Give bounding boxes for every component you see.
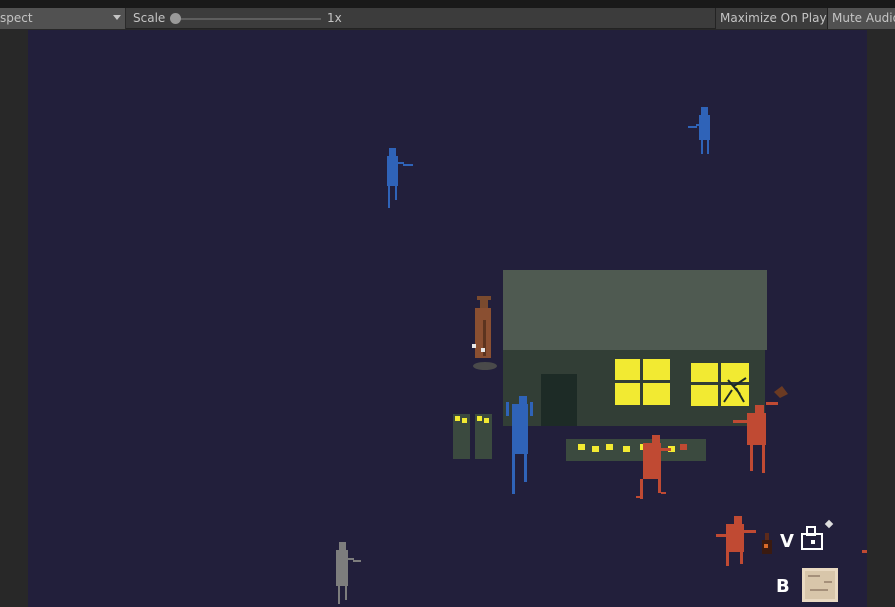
house-window-left [615, 359, 670, 405]
trash-can-right [475, 414, 492, 459]
mute-audio-button[interactable]: Mute Audio [827, 8, 895, 29]
paper-item-slot [802, 568, 838, 602]
aspect-dropdown[interactable]: spect [0, 8, 126, 29]
game-viewport[interactable]: V B [28, 30, 867, 607]
red-figure-bottom-right [716, 516, 756, 566]
scale-slider-thumb[interactable] [170, 13, 181, 24]
window-top-strip [0, 0, 895, 8]
chevron-down-icon [113, 15, 121, 20]
scale-slider-track[interactable] [175, 18, 321, 20]
house-door [541, 374, 577, 426]
aspect-dropdown-label: spect [0, 11, 33, 25]
game-scene [336, 107, 867, 604]
flower-bed [566, 439, 706, 461]
blue-figure-top-right [688, 107, 710, 154]
game-view-toolbar: spect Scale 1x Maximize On Play Mute Aud… [0, 8, 895, 29]
left-margin [0, 30, 28, 607]
lock-icon [801, 519, 834, 550]
trash-can-left [453, 414, 470, 459]
offscreen-marker [862, 550, 867, 553]
scale-value: 1x [327, 11, 342, 25]
right-margin [867, 30, 895, 607]
house-window-right-broken [691, 363, 749, 406]
house [503, 270, 767, 426]
detective-player [472, 296, 497, 370]
key-hint-v: V [780, 531, 794, 552]
blue-figure-top-left [387, 148, 413, 208]
bottle-item-icon [762, 533, 772, 554]
gray-figure [336, 542, 361, 604]
scale-label: Scale [133, 11, 166, 25]
key-hint-b: B [776, 576, 790, 597]
maximize-on-play-button[interactable]: Maximize On Play [715, 8, 827, 29]
